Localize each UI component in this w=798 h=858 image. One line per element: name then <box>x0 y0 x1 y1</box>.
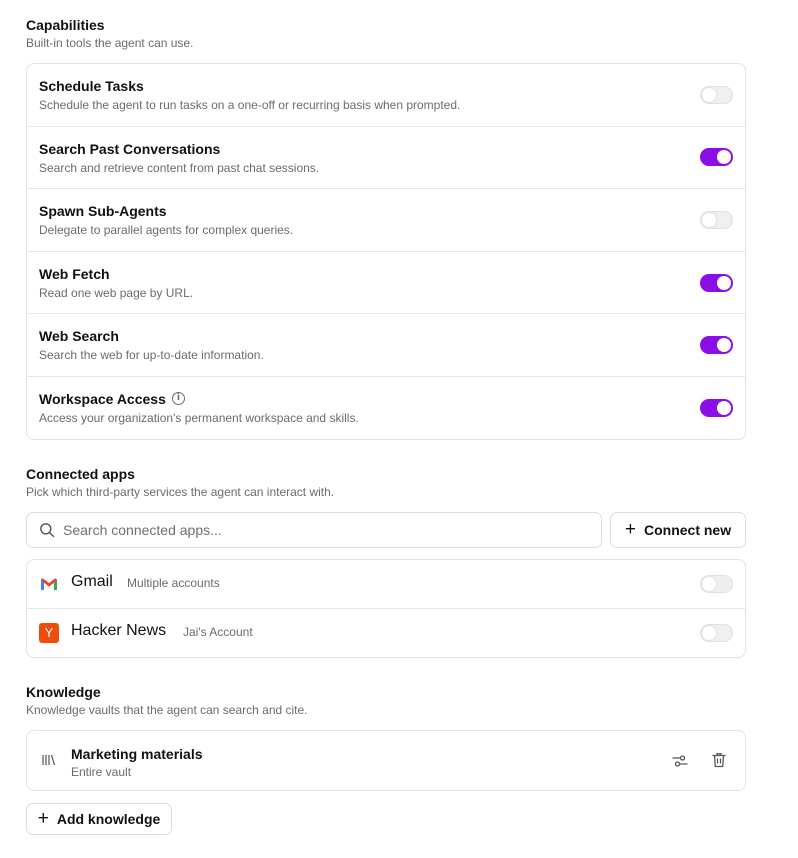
capability-description: Delegate to parallel agents for complex … <box>39 223 294 238</box>
connect-new-label: Connect new <box>643 522 732 538</box>
add-knowledge-label: Add knowledge <box>56 811 161 827</box>
capability-workspace-access: Workspace Access i Access your organizat… <box>27 377 745 440</box>
library-icon <box>42 754 56 766</box>
capability-label: Schedule Tasks <box>39 78 144 94</box>
capability-description: Access your organization's permanent wor… <box>39 410 359 425</box>
spawn-sub-agents-toggle[interactable] <box>700 210 733 229</box>
capability-label: Search Past Conversations <box>39 140 221 157</box>
schedule-tasks-toggle[interactable] <box>700 85 733 104</box>
info-icon[interactable]: i <box>171 392 185 406</box>
app-row-hacker-news: Y Hacker News Jai's Account <box>27 609 745 658</box>
knowledge-list: Marketing materials Entire vault <box>26 730 746 791</box>
app-row-gmail: Gmail Multiple accounts <box>27 560 745 609</box>
capability-search-past-conversations: Search Past Conversations Search and ret… <box>27 127 745 190</box>
capability-web-fetch: Web Fetch Read one web page by URL. <box>27 252 745 315</box>
connected-apps-heading: Connected apps <box>26 466 135 482</box>
settings-sliders-icon[interactable] <box>671 752 689 770</box>
search-connected-apps-input[interactable] <box>63 522 583 538</box>
gmail-toggle[interactable] <box>700 574 733 593</box>
web-fetch-toggle[interactable] <box>700 273 733 292</box>
app-name: Gmail <box>71 573 113 590</box>
toggle-knob <box>702 625 716 640</box>
toggle-knob <box>717 338 731 353</box>
vault-scope: Entire vault <box>71 765 132 779</box>
capability-label: Workspace Access <box>39 390 166 407</box>
capability-spawn-sub-agents: Spawn Sub-Agents Delegate to parallel ag… <box>27 189 745 252</box>
add-knowledge-button[interactable]: + Add knowledge <box>26 803 172 835</box>
plus-icon: + <box>37 807 49 829</box>
search-icon <box>40 523 55 538</box>
capability-description: Search the web for up-to-date informatio… <box>39 348 264 363</box>
capability-description: Schedule the agent to run tasks on a one… <box>39 98 461 112</box>
toggle-knob <box>717 275 731 290</box>
connected-apps-list: Gmail Multiple accounts Y Hacker News Ja… <box>26 559 746 658</box>
capabilities-list: Schedule Tasks Schedule the agent to run… <box>26 63 746 440</box>
toggle-knob <box>717 150 731 165</box>
knowledge-vault-row: Marketing materials Entire vault <box>27 731 745 790</box>
vault-name: Marketing materials <box>71 746 203 762</box>
hacker-news-toggle[interactable] <box>700 623 733 642</box>
capability-label: Spawn Sub-Agents <box>39 203 167 220</box>
capability-description: Read one web page by URL. <box>39 285 194 300</box>
capability-schedule-tasks: Schedule Tasks Schedule the agent to run… <box>27 64 745 127</box>
capability-web-search: Web Search Search the web for up-to-date… <box>27 314 745 377</box>
search-past-conversations-toggle[interactable] <box>700 148 733 167</box>
connected-apps-subtitle: Pick which third-party services the agen… <box>26 485 335 499</box>
toggle-knob <box>702 576 716 591</box>
capabilities-heading: Capabilities <box>26 17 105 33</box>
app-name: Hacker News <box>71 621 167 639</box>
plus-icon: + <box>624 518 636 540</box>
toggle-knob <box>702 87 716 102</box>
web-search-toggle[interactable] <box>700 336 733 355</box>
hacker-news-icon: Y <box>39 622 59 643</box>
knowledge-subtitle: Knowledge vaults that the agent can sear… <box>26 703 308 717</box>
connect-new-button[interactable]: + Connect new <box>610 512 746 548</box>
toggle-knob <box>717 401 731 416</box>
workspace-access-toggle[interactable] <box>700 399 733 418</box>
knowledge-heading: Knowledge <box>26 684 101 700</box>
app-account: Jai's Account <box>183 624 253 639</box>
toggle-knob <box>702 212 716 227</box>
app-account: Multiple accounts <box>127 576 220 590</box>
gmail-icon <box>41 578 57 590</box>
search-connected-apps-field <box>26 512 602 548</box>
capabilities-subtitle: Built-in tools the agent can use. <box>26 36 194 50</box>
capability-description: Search and retrieve content from past ch… <box>39 160 320 175</box>
trash-icon[interactable] <box>710 751 728 769</box>
capability-label: Web Fetch <box>39 265 110 282</box>
capability-label: Web Search <box>39 328 119 345</box>
